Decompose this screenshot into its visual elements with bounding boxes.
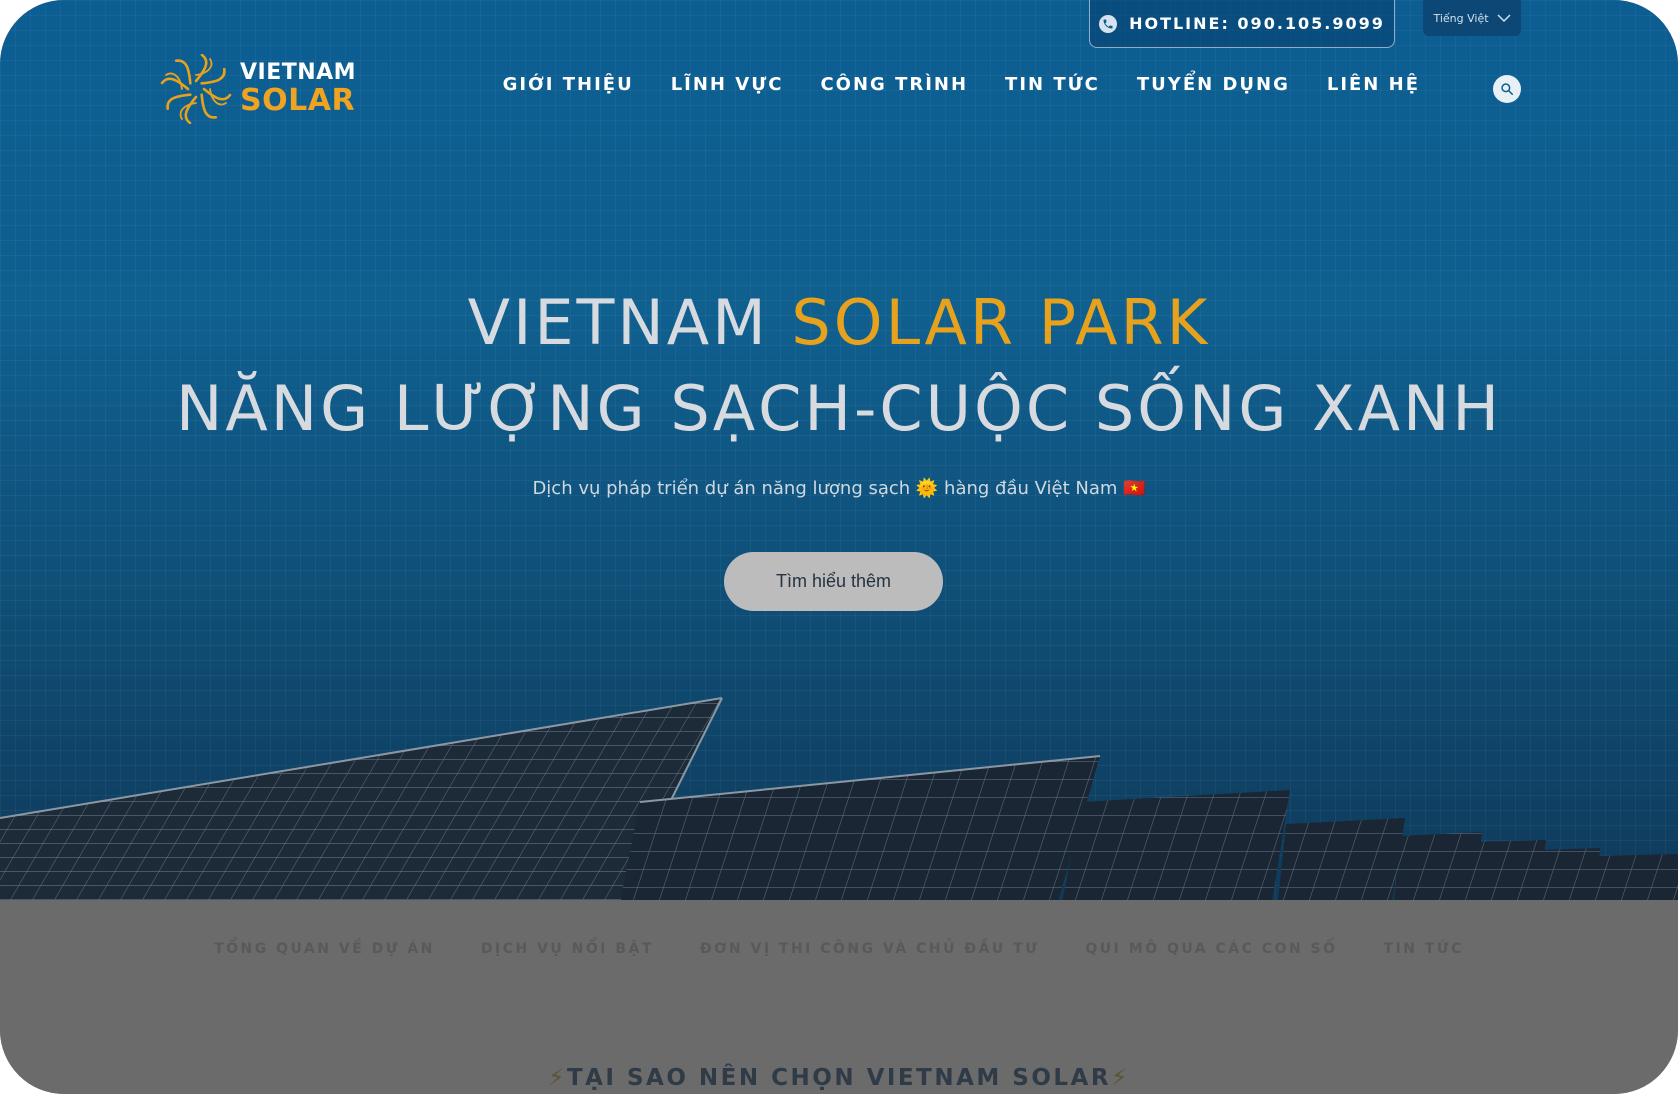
- solar-panels-image: [0, 697, 1678, 900]
- logo-text-solar: SOLAR: [240, 83, 356, 118]
- language-selector[interactable]: Tiếng Việt: [1423, 0, 1521, 36]
- logo[interactable]: VIETNAM SOLAR: [156, 54, 356, 124]
- anchor-don-vi-thi-cong[interactable]: ĐƠN VỊ THI CÔNG VÀ CHỦ ĐẦU TƯ: [700, 941, 1039, 957]
- anchor-dich-vu[interactable]: DỊCH VỤ NỔI BẬT: [481, 941, 654, 957]
- hotline-label: HOTLINE: 090.105.9099: [1129, 14, 1385, 33]
- language-label: Tiếng Việt: [1433, 11, 1489, 25]
- phone-icon: [1099, 14, 1118, 33]
- section-anchor-nav: TỔNG QUAN VỀ DỰ ÁN DỊCH VỤ NỔI BẬT ĐƠN V…: [0, 941, 1678, 957]
- nav-tuyen-dung[interactable]: TUYỂN DỤNG: [1137, 74, 1290, 95]
- nav-linh-vuc[interactable]: LĨNH VỰC: [671, 74, 784, 95]
- hero-headline: VIETNAM SOLAR PARK NĂNG LƯỢNG SẠCH-CUỘC …: [0, 292, 1678, 440]
- nav-gioi-thieu[interactable]: GIỚI THIỆU: [503, 74, 634, 95]
- page-frame: HOTLINE: 090.105.9099 Tiếng Việt VIETNAM…: [0, 0, 1678, 1094]
- learn-more-button[interactable]: Tìm hiểu thêm: [724, 552, 943, 611]
- main-nav: GIỚI THIỆU LĨNH VỰC CÔNG TRÌNH TIN TỨC T…: [503, 74, 1420, 95]
- logo-text-vietnam: VIETNAM: [240, 60, 357, 85]
- hero-title-line2: NĂNG LƯỢNG SẠCH-CUỘC SỐNG XANH: [175, 372, 1503, 445]
- anchor-qui-mo[interactable]: QUI MÔ QUA CÁC CON SỐ: [1085, 941, 1337, 957]
- anchor-tong-quan[interactable]: TỔNG QUAN VỀ DỰ ÁN: [214, 941, 435, 957]
- nav-lien-he[interactable]: LIÊN HỆ: [1327, 74, 1420, 95]
- search-button[interactable]: [1493, 75, 1521, 103]
- hero-title-part1: VIETNAM: [467, 286, 792, 359]
- lightning-icon: ⚡: [1111, 1065, 1130, 1091]
- why-choose-heading: ⚡TẠI SAO NÊN CHỌN VIETNAM SOLAR⚡: [0, 1065, 1678, 1091]
- anchor-tin-tuc[interactable]: TIN TỨC: [1384, 941, 1464, 957]
- chevron-down-icon: [1497, 14, 1511, 22]
- nav-tin-tuc[interactable]: TIN TỨC: [1005, 74, 1100, 95]
- hero-title-highlight: SOLAR PARK: [791, 286, 1211, 359]
- sun-logo-icon: [160, 54, 232, 124]
- hero-subtitle: Dịch vụ pháp triển dự án năng lượng sạch…: [532, 478, 1146, 499]
- hero-section: HOTLINE: 090.105.9099 Tiếng Việt VIETNAM…: [0, 0, 1678, 900]
- why-choose-title: TẠI SAO NÊN CHỌN VIETNAM SOLAR: [566, 1065, 1112, 1091]
- hotline-button[interactable]: HOTLINE: 090.105.9099: [1089, 0, 1395, 48]
- search-icon: [1501, 83, 1514, 96]
- lightning-icon: ⚡: [548, 1065, 567, 1091]
- nav-cong-trinh[interactable]: CÔNG TRÌNH: [820, 74, 968, 95]
